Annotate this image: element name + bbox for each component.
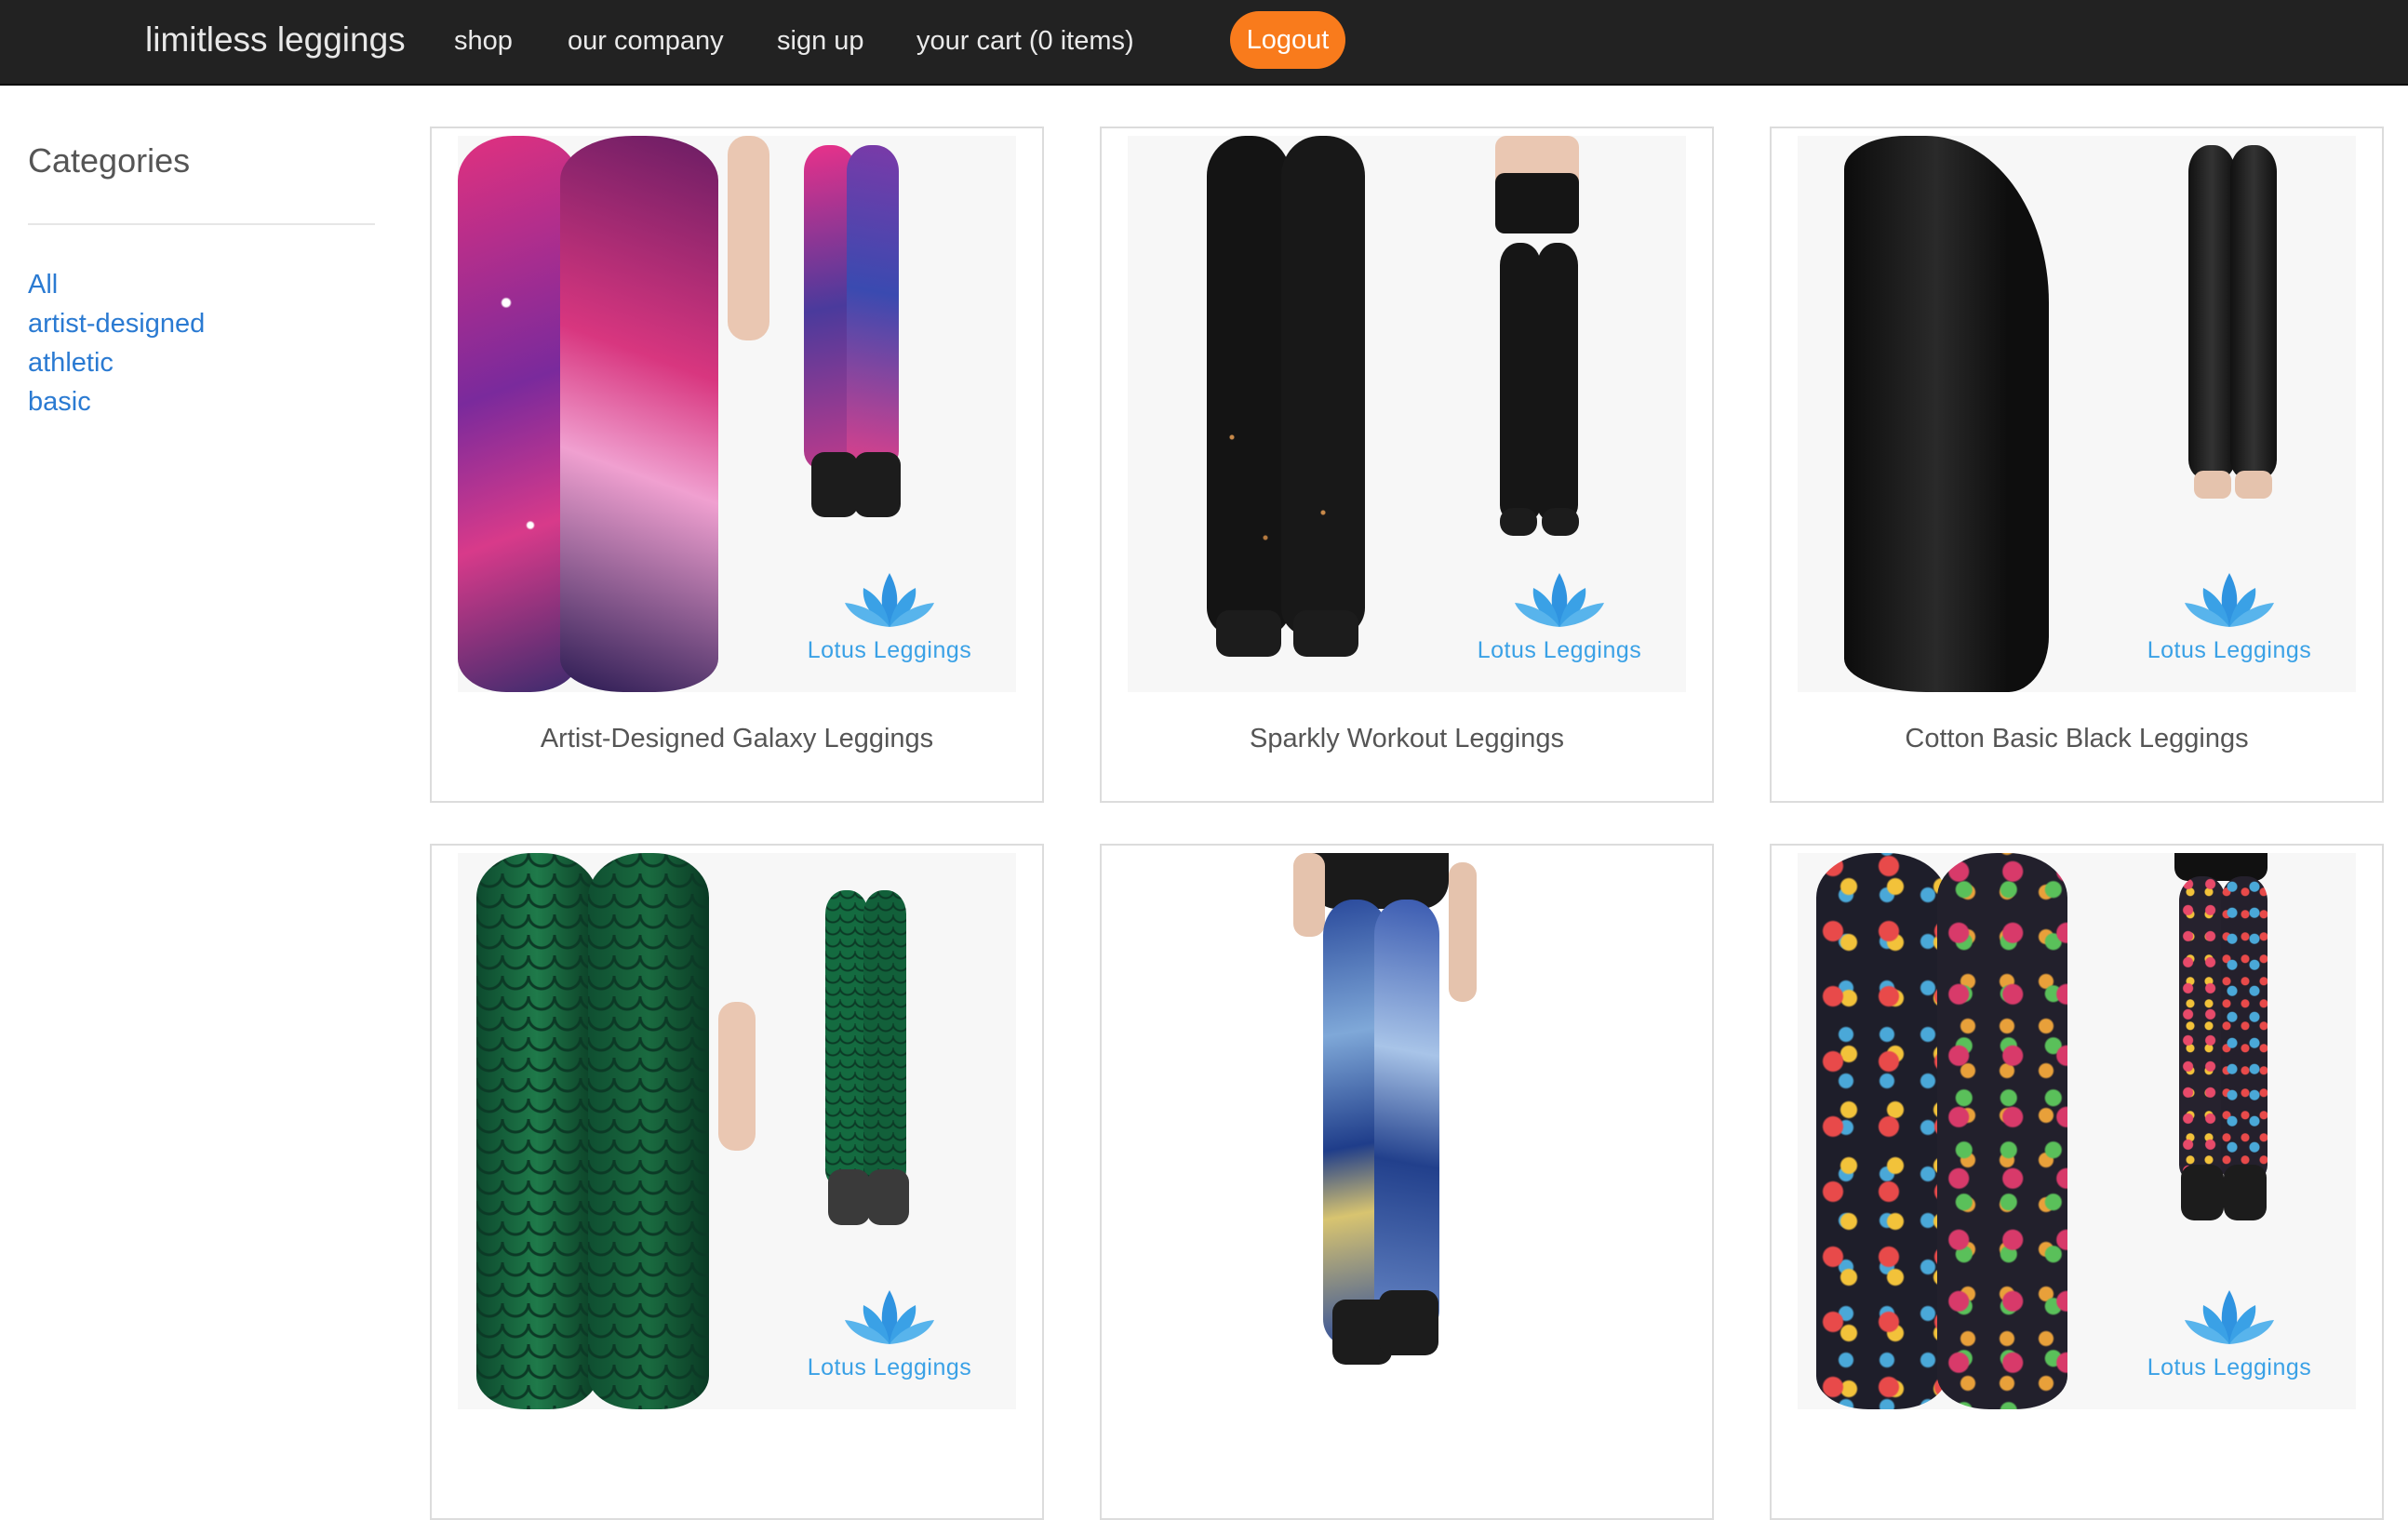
category-list: All artist-designed athletic basic: [28, 266, 205, 422]
product-image-galaxy: Lotus Leggings: [458, 136, 1016, 692]
product-card[interactable]: Lotus Leggings Artist-Designed Galaxy Le…: [430, 127, 1044, 803]
nav-our-company-link[interactable]: our company: [568, 0, 724, 84]
product-card[interactable]: Lotus Leggings: [1770, 844, 2384, 1520]
nav-cart-link[interactable]: your cart (0 items): [916, 0, 1134, 84]
nav-shop-link[interactable]: shop: [454, 0, 513, 84]
lotus-flower-icon: [1515, 573, 1604, 627]
category-link-artist-designed[interactable]: artist-designed: [28, 309, 205, 339]
product-image-sparkly: Lotus Leggings: [1128, 136, 1686, 692]
product-image-mermaid: Lotus Leggings: [458, 853, 1016, 1409]
logout-button[interactable]: Logout: [1230, 11, 1345, 69]
lotus-flower-icon: [845, 573, 934, 627]
product-image-paisley: Lotus Leggings: [1798, 853, 2356, 1409]
logo-text: Lotus Leggings: [2147, 637, 2312, 663]
category-item: basic: [28, 383, 205, 422]
top-navbar: limitless leggings shop our company sign…: [0, 0, 2408, 86]
product-card[interactable]: [1100, 844, 1714, 1520]
category-link-all[interactable]: All: [28, 270, 58, 300]
product-card[interactable]: Lotus Leggings Sparkly Workout Leggings: [1100, 127, 1714, 803]
category-item: athletic: [28, 344, 205, 383]
product-name[interactable]: Artist-Designed Galaxy Leggings: [432, 724, 1042, 754]
categories-heading: Categories: [28, 141, 191, 180]
category-item: artist-designed: [28, 305, 205, 344]
product-image-starry-night: [1128, 853, 1686, 1409]
category-link-athletic[interactable]: athletic: [28, 348, 114, 378]
brand-logo-link[interactable]: limitless leggings: [145, 0, 406, 84]
logo-text: Lotus Leggings: [807, 637, 972, 663]
categories-divider: [28, 223, 375, 225]
product-image-black: Lotus Leggings: [1798, 136, 2356, 692]
category-link-basic[interactable]: basic: [28, 387, 91, 417]
product-card[interactable]: Lotus Leggings Cotton Basic Black Leggin…: [1770, 127, 2384, 803]
logo-text: Lotus Leggings: [1477, 637, 1642, 663]
product-card[interactable]: Lotus Leggings: [430, 844, 1044, 1520]
lotus-logo: Lotus Leggings: [2136, 1279, 2322, 1381]
category-item: All: [28, 266, 205, 305]
lotus-logo: Lotus Leggings: [2136, 562, 2322, 664]
nav-sign-up-link[interactable]: sign up: [777, 0, 864, 84]
logo-text: Lotus Leggings: [807, 1354, 972, 1380]
lotus-flower-icon: [2185, 1290, 2274, 1344]
lotus-flower-icon: [2185, 573, 2274, 627]
lotus-logo: Lotus Leggings: [796, 562, 983, 664]
lotus-logo: Lotus Leggings: [1466, 562, 1652, 664]
logo-text: Lotus Leggings: [2147, 1354, 2312, 1380]
lotus-flower-icon: [845, 1290, 934, 1344]
lotus-logo: Lotus Leggings: [796, 1279, 983, 1381]
product-name[interactable]: Sparkly Workout Leggings: [1102, 724, 1712, 754]
product-name[interactable]: Cotton Basic Black Leggings: [1772, 724, 2382, 754]
